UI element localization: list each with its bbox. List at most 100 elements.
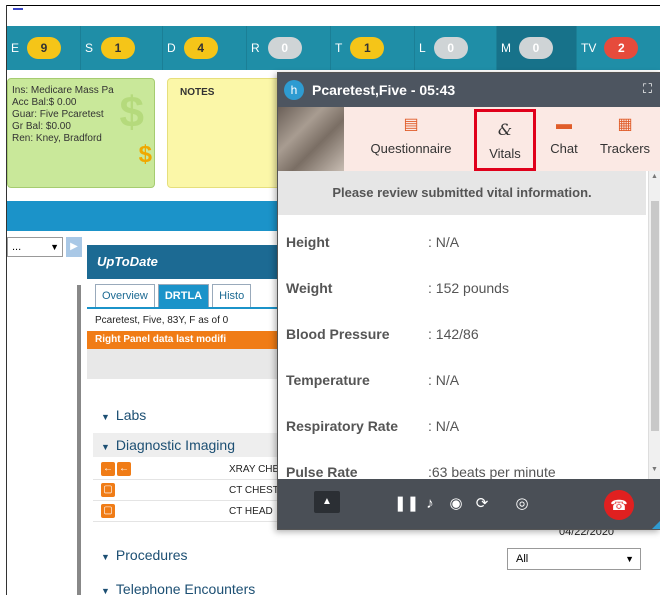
collapse-triangle-icon: ▼ (101, 552, 110, 562)
status-item-tv[interactable]: TV 2 (577, 26, 660, 70)
chevron-down-icon: ▼ (50, 242, 59, 252)
imaging-name: CT HEAD (229, 506, 273, 517)
vital-label: Temperature (286, 372, 370, 388)
chat-button[interactable]: ▬ Chat (542, 107, 586, 171)
popup-title: Pcaretest,Five - 05:43 (312, 82, 456, 98)
patient-video-thumbnail[interactable] (278, 107, 344, 171)
chevron-down-icon: ▼ (625, 554, 634, 564)
vital-label: Blood Pressure (286, 326, 390, 342)
left-dropdown[interactable]: ... ▼ (7, 237, 63, 257)
left-dropdown-value: ... (12, 241, 22, 253)
status-label-s: S (85, 41, 94, 55)
status-count-e: 9 (27, 37, 62, 59)
tab-drtla[interactable]: DRTLA (157, 284, 210, 307)
screen-share-icon[interactable]: ◎ (504, 479, 540, 529)
questionnaire-button[interactable]: ▤ Questionnaire (362, 107, 460, 171)
arrow-left-icon[interactable]: ← (117, 462, 131, 477)
expand-up-button[interactable]: ▲ (314, 491, 340, 513)
app-logo-icon: h (284, 80, 304, 100)
camera-icon[interactable]: ◉ (446, 479, 466, 529)
insurance-card[interactable]: Ins: Medicare Mass Pa Acc Bal:$ 0.00 Gua… (7, 78, 155, 188)
status-item-t[interactable]: T 1 (331, 26, 415, 70)
scroll-thumb[interactable] (651, 201, 659, 431)
section-telephone[interactable]: ▼ Telephone Encounters (93, 577, 660, 595)
status-label-d: D (167, 41, 176, 55)
vitals-button[interactable]: & Vitals (474, 109, 536, 171)
expand-arrow-button[interactable]: ▶ (66, 237, 82, 257)
status-label-tv: TV (581, 41, 597, 55)
status-item-l[interactable]: L 0 (415, 26, 497, 70)
status-count-t: 1 (350, 37, 385, 59)
vitals-scrollbar[interactable]: ▲ ▼ (648, 171, 660, 481)
section-procedures-label: Procedures (115, 547, 188, 563)
status-count-s: 1 (101, 37, 136, 59)
notes-title: NOTES (180, 87, 215, 98)
data-modified-notice: Right Panel data last modifi (87, 331, 287, 349)
status-count-l: 0 (433, 37, 468, 59)
end-call-button[interactable]: ☎ (604, 490, 634, 520)
panel-spacer (87, 349, 287, 379)
scroll-down-icon[interactable]: ▼ (651, 466, 658, 473)
order-icon[interactable]: ▢ (101, 504, 115, 519)
collapse-triangle-icon: ▼ (101, 412, 110, 422)
tab-overview[interactable]: Overview (95, 284, 155, 307)
status-bar: E 9 S 1 D 4 R 0 T 1 L 0 M 0 TV 2 (7, 26, 660, 70)
procedures-filter-select[interactable]: All ▼ (507, 548, 641, 570)
status-count-d: 4 (183, 37, 218, 59)
microphone-icon[interactable]: ♪ (420, 479, 440, 529)
status-item-s[interactable]: S 1 (81, 26, 163, 70)
vitals-label: Vitals (489, 146, 521, 161)
vital-row: Blood Pressure : 142/86 (286, 326, 646, 372)
popup-toolbar: ▤ Questionnaire & Vitals ▬ Chat ▦ Tracke… (278, 107, 660, 171)
vital-value: : 152 pounds (428, 280, 509, 296)
status-item-e[interactable]: E 9 (7, 26, 81, 70)
status-item-m[interactable]: M 0 (497, 26, 577, 70)
imaging-row[interactable]: ▢ CT CHEST (93, 481, 285, 501)
vital-row: Height : N/A (286, 234, 646, 280)
vital-value: : N/A (428, 234, 460, 250)
app-frame: E 9 S 1 D 4 R 0 T 1 L 0 M 0 TV 2 Ins: Me… (6, 5, 660, 595)
imaging-name: XRAY CHE (229, 464, 280, 475)
vital-row: Weight : 152 pounds (286, 280, 646, 326)
camera-switch-icon[interactable]: ⟳ (472, 479, 492, 529)
status-label-l: L (419, 41, 426, 55)
vital-value: : N/A (428, 418, 460, 434)
dollar-watermark-icon: $ (119, 88, 144, 137)
procedures-filter-value: All (516, 553, 529, 565)
section-imaging-label: Diagnostic Imaging (115, 437, 235, 453)
vitals-content: Please review submitted vital informatio… (278, 171, 660, 481)
scroll-up-icon[interactable]: ▲ (651, 173, 658, 180)
expand-icon[interactable]: ⛶ (643, 81, 652, 97)
vitals-banner: Please review submitted vital informatio… (278, 171, 646, 215)
vital-label: Respiratory Rate (286, 418, 399, 434)
left-scrollbar[interactable] (77, 285, 81, 595)
imaging-row[interactable]: ▢ CT HEAD (93, 502, 285, 522)
collapse-triangle-icon: ▼ (101, 442, 110, 452)
vital-value: : 142/86 (428, 326, 479, 342)
vital-label: Height (286, 234, 330, 250)
status-label-r: R (251, 41, 260, 55)
status-label-m: M (501, 41, 511, 55)
clipboard-icon: ▤ (403, 116, 419, 133)
status-item-d[interactable]: D 4 (163, 26, 247, 70)
popup-header[interactable]: h Pcaretest,Five - 05:43 ⛶ (278, 73, 660, 107)
imaging-row[interactable]: ← ← XRAY CHE (93, 460, 285, 480)
tab-history[interactable]: Histo (212, 284, 252, 307)
imaging-name: CT CHEST (229, 485, 279, 496)
notes-card[interactable]: NOTES (167, 78, 285, 188)
arrow-left-icon[interactable]: ← (101, 462, 115, 477)
vital-label: Weight (286, 280, 333, 296)
trackers-button[interactable]: ▦ Trackers (594, 107, 656, 171)
pause-icon[interactable]: ❚❚ (394, 479, 419, 529)
dollar-icon: $ (138, 141, 152, 168)
status-count-r: 0 (267, 37, 302, 59)
status-label-t: T (335, 41, 343, 55)
resize-corner-icon[interactable] (652, 521, 660, 529)
chat-label: Chat (550, 141, 578, 156)
order-icon[interactable]: ▢ (101, 483, 115, 498)
status-count-m: 0 (519, 37, 553, 59)
status-item-r[interactable]: R 0 (247, 26, 331, 70)
trackers-label: Trackers (599, 141, 651, 156)
chat-bubble-icon: ▬ (556, 116, 572, 133)
collapse-triangle-icon: ▼ (101, 586, 110, 595)
